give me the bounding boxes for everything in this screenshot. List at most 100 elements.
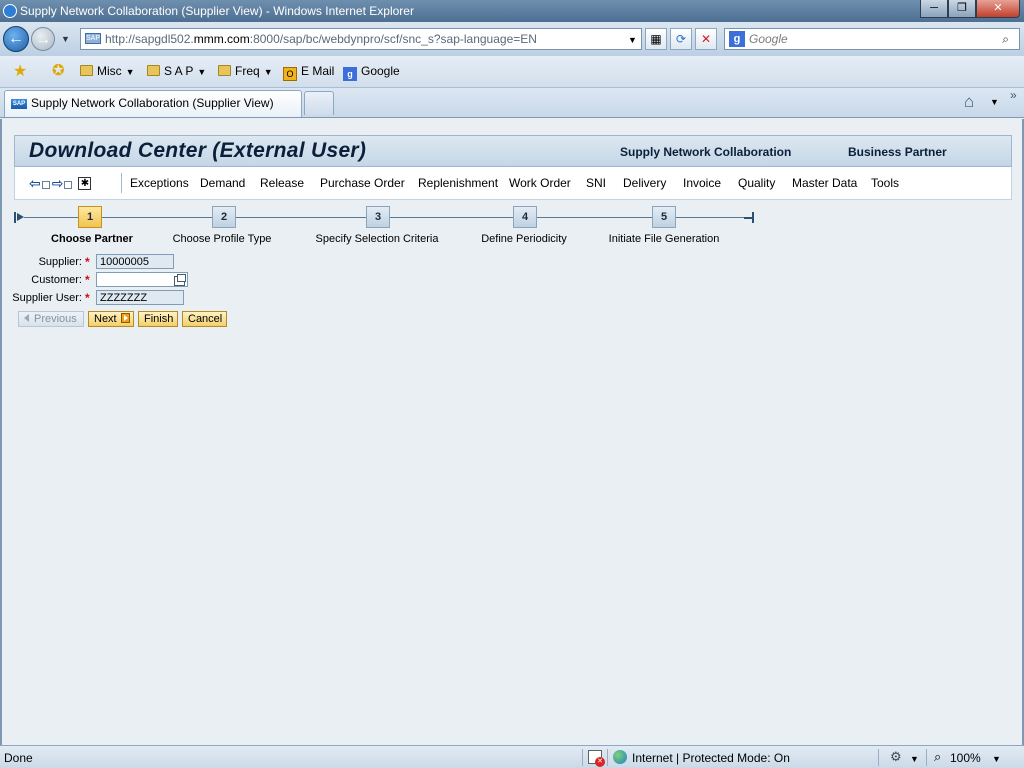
step-label-periodicity: Define Periodicity bbox=[481, 233, 567, 245]
google-icon: g bbox=[343, 67, 357, 81]
menu-invoice[interactable]: Invoice bbox=[683, 176, 721, 190]
minimize-button[interactable]: ─ bbox=[920, 0, 948, 18]
tab-bar: SAP Supply Network Collaboration (Suppli… bbox=[0, 88, 1024, 118]
step-label-selection-criteria: Specify Selection Criteria bbox=[315, 233, 439, 245]
address-host: mmm.com bbox=[193, 32, 250, 46]
menu-release[interactable]: Release bbox=[260, 176, 304, 190]
add-favorite-icon[interactable]: ✪ bbox=[52, 61, 65, 79]
back-arrow-icon[interactable]: ⇦ bbox=[29, 176, 41, 190]
supplier-user-label: Supplier User: bbox=[12, 292, 82, 304]
menu-quality[interactable]: Quality bbox=[738, 176, 775, 190]
home-icon[interactable]: ⌂ bbox=[964, 92, 974, 112]
menu-replenishment[interactable]: Replenishment bbox=[418, 176, 498, 190]
new-tab-button[interactable] bbox=[304, 91, 334, 115]
google-search-icon: g bbox=[729, 31, 745, 47]
window-controls: ─ ❐ ✕ bbox=[920, 0, 1020, 18]
arrow-left-icon: ← bbox=[8, 30, 24, 47]
folder-icon bbox=[80, 65, 93, 76]
popup-blocked-icon[interactable] bbox=[588, 750, 605, 767]
address-dropdown-icon[interactable]: ▼ bbox=[628, 35, 637, 45]
chevron-left-icon bbox=[24, 314, 29, 322]
favorite-email[interactable]: OE Mail bbox=[283, 64, 334, 81]
ie-logo-icon bbox=[3, 4, 17, 18]
status-separator bbox=[607, 749, 608, 766]
favorites-star-icon[interactable]: ★ bbox=[13, 61, 27, 81]
folder-icon bbox=[218, 65, 231, 76]
favorites-icon[interactable]: ✱ bbox=[78, 176, 92, 190]
favorite-freq[interactable]: Freq ▼ bbox=[218, 64, 273, 78]
roadmap-step-3[interactable]: 3 bbox=[366, 206, 390, 228]
favorites-bar: ★ ✪ Misc ▼ S A P ▼ Freq ▼ OE Mail g Google bbox=[0, 56, 1024, 88]
refresh-button[interactable]: ⟳ bbox=[670, 28, 692, 50]
outlook-icon: O bbox=[283, 67, 297, 81]
required-marker: * bbox=[85, 291, 90, 305]
menu-purchase-order[interactable]: Purchase Order bbox=[320, 176, 405, 190]
cancel-button[interactable]: Cancel bbox=[182, 311, 227, 327]
window-titlebar: Supply Network Collaboration (Supplier V… bbox=[0, 0, 1024, 22]
supplier-user-field[interactable] bbox=[96, 290, 184, 305]
page-content: Download Center (External User) Supply N… bbox=[0, 119, 1024, 745]
sap-icon: SAP bbox=[11, 99, 27, 109]
stop-button[interactable]: ✕ bbox=[695, 28, 717, 50]
step-label-file-generation: Initiate File Generation bbox=[608, 233, 720, 245]
roadmap-step-4[interactable]: 4 bbox=[513, 206, 537, 228]
chevron-down-icon[interactable]: ▼ bbox=[910, 754, 919, 764]
nav-toolbar: ⇦ ⇨ ✱ bbox=[29, 176, 92, 190]
zoom-level[interactable]: 100% bbox=[950, 751, 981, 765]
menu-separator bbox=[121, 173, 122, 193]
close-window-button[interactable]: ✕ bbox=[976, 0, 1020, 18]
menu-tools[interactable]: Tools bbox=[871, 176, 899, 190]
menu-work-order[interactable]: Work Order bbox=[509, 176, 571, 190]
menu-exceptions[interactable]: Exceptions bbox=[130, 176, 189, 190]
next-button[interactable]: Next bbox=[88, 311, 134, 327]
stop-icon: ✕ bbox=[700, 32, 712, 46]
address-bar[interactable]: SAP http://sapgdl502.mmm.com:8000/sap/bc… bbox=[80, 28, 642, 50]
supplier-field[interactable] bbox=[96, 254, 174, 269]
menu-master-data[interactable]: Master Data bbox=[792, 176, 857, 190]
business-partner-link[interactable]: Business Partner bbox=[848, 145, 947, 159]
roadmap-step-1[interactable]: 1 bbox=[78, 206, 102, 228]
menu-delivery[interactable]: Delivery bbox=[623, 176, 666, 190]
chevron-right-icon bbox=[120, 313, 130, 323]
history-back-icon[interactable] bbox=[41, 181, 50, 189]
chevron-down-icon: ▼ bbox=[263, 67, 273, 77]
chevron-down-icon[interactable]: ▼ bbox=[990, 97, 999, 107]
forward-button[interactable]: → bbox=[31, 27, 55, 51]
zoom-icon[interactable]: ⌕ bbox=[934, 749, 941, 765]
arrow-right-icon: → bbox=[35, 31, 51, 48]
menu-demand[interactable]: Demand bbox=[200, 176, 245, 190]
maximize-button[interactable]: ❐ bbox=[948, 0, 976, 18]
compatibility-view-button[interactable]: ▦ bbox=[645, 28, 667, 50]
required-marker: * bbox=[85, 255, 90, 269]
menu-bar: ⇦ ⇨ ✱ Exceptions Demand Release Purchase… bbox=[14, 167, 1012, 200]
chevron-down-icon[interactable]: ▼ bbox=[992, 754, 1001, 764]
customer-label: Customer: bbox=[31, 274, 82, 286]
history-forward-icon[interactable] bbox=[64, 181, 73, 189]
search-icon[interactable]: ⌕ bbox=[1002, 29, 1009, 49]
compat-icon: ▦ bbox=[650, 32, 662, 46]
snc-link[interactable]: Supply Network Collaboration bbox=[620, 145, 791, 159]
more-commands-icon[interactable]: » bbox=[1010, 88, 1017, 102]
history-dropdown-icon[interactable]: ▼ bbox=[61, 34, 70, 44]
favorite-misc[interactable]: Misc ▼ bbox=[80, 64, 135, 78]
favorite-sap[interactable]: S A P ▼ bbox=[147, 64, 206, 78]
sap-header: Download Center (External User) Supply N… bbox=[14, 135, 1012, 167]
value-help-icon[interactable] bbox=[174, 274, 186, 286]
roadmap-step-5[interactable]: 5 bbox=[652, 206, 676, 228]
tab-snc[interactable]: SAP Supply Network Collaboration (Suppli… bbox=[4, 90, 302, 117]
address-suffix: :8000/sap/bc/webdynpro/scf/snc_s?sap-lan… bbox=[249, 32, 537, 46]
forward-arrow-icon[interactable]: ⇨ bbox=[52, 176, 64, 190]
favorite-google[interactable]: g Google bbox=[343, 64, 400, 81]
menu-sni[interactable]: SNI bbox=[586, 176, 606, 190]
search-input[interactable]: g Google ⌕ bbox=[724, 28, 1020, 50]
previous-button[interactable]: Previous bbox=[18, 311, 84, 327]
protected-mode-icon[interactable]: ⚙ bbox=[890, 749, 902, 765]
search-placeholder: Google bbox=[749, 32, 788, 46]
finish-button[interactable]: Finish bbox=[138, 311, 178, 327]
address-prefix: http://sapgdl502. bbox=[105, 32, 194, 46]
security-zone-text[interactable]: Internet | Protected Mode: On bbox=[632, 751, 790, 765]
roadmap-step-2[interactable]: 2 bbox=[212, 206, 236, 228]
status-separator bbox=[878, 749, 879, 766]
page-icon: SAP bbox=[85, 33, 101, 44]
back-button[interactable]: ← bbox=[3, 26, 29, 52]
